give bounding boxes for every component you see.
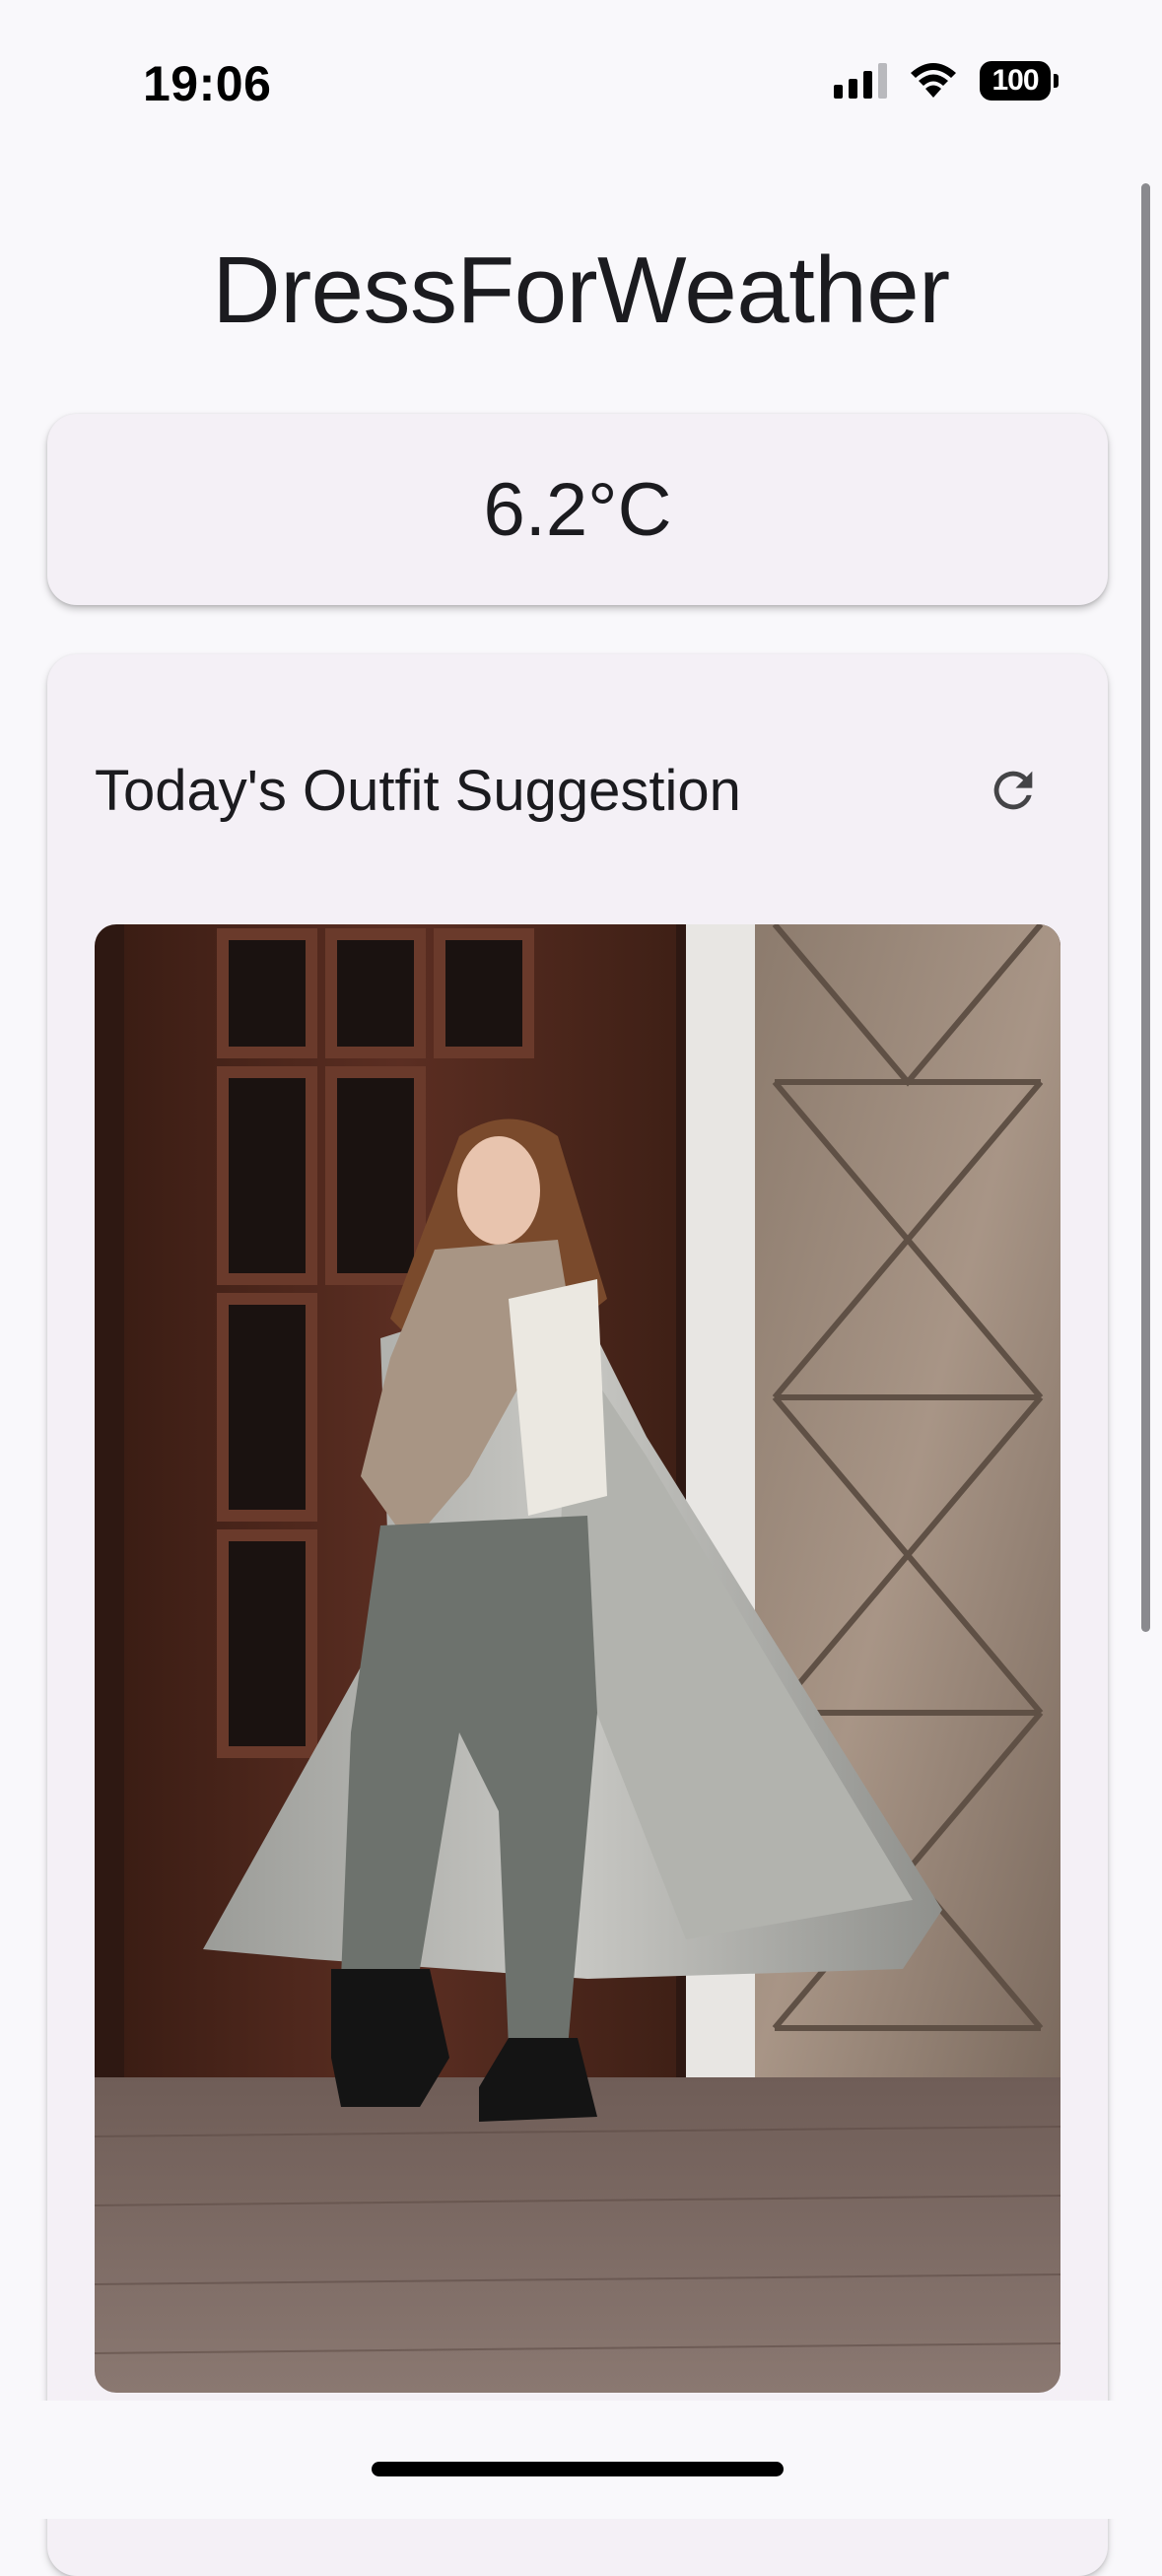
outfit-header: Today's Outfit Suggestion — [95, 741, 1060, 840]
battery-icon: 100 — [980, 61, 1059, 101]
app-title: DressForWeather — [212, 237, 950, 343]
wifi-icon — [911, 63, 956, 98]
refresh-button[interactable] — [964, 741, 1062, 840]
outfit-heading: Today's Outfit Suggestion — [95, 758, 741, 823]
outfit-photo — [95, 924, 1060, 2393]
home-indicator[interactable] — [372, 2462, 784, 2476]
cellular-signal-icon — [834, 63, 887, 99]
bottom-safe-area — [0, 2401, 1162, 2519]
status-time: 19:06 — [143, 56, 272, 111]
status-icons: 100 — [834, 61, 1059, 101]
temperature-card: 6.2°C — [47, 414, 1108, 605]
scrollbar[interactable] — [1141, 183, 1150, 1632]
outfit-suggestion-card: Today's Outfit Suggestion — [47, 654, 1108, 2576]
battery-level: 100 — [980, 61, 1051, 101]
status-bar: 19:06 100 — [0, 0, 1162, 148]
refresh-icon — [993, 771, 1033, 810]
temperature-value: 6.2°C — [483, 467, 672, 552]
